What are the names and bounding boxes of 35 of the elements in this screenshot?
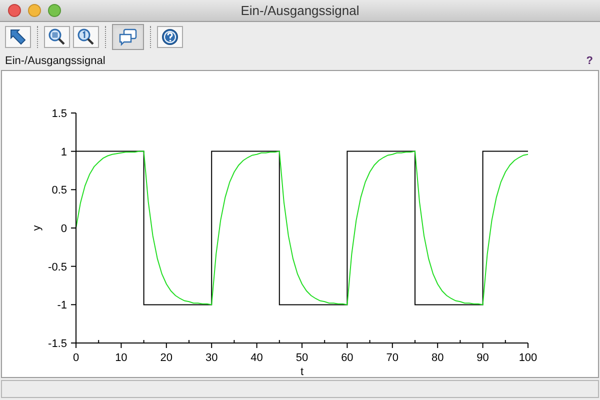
- tick-label: 0: [60, 223, 67, 235]
- axis-label: t: [300, 366, 304, 377]
- tick-label: 40: [250, 352, 263, 364]
- tick-label: 70: [386, 352, 399, 364]
- tick-label: 50: [296, 352, 308, 364]
- tick-label: 1: [60, 146, 67, 158]
- speech-bubbles-icon: [118, 28, 138, 46]
- tick-label: 90: [476, 352, 489, 364]
- toolbar-button[interactable]: [44, 26, 70, 48]
- figure-title: Ein-/Ausgangssignal: [5, 54, 106, 69]
- tick-label: -1.5: [48, 338, 67, 350]
- tick-label: -1: [57, 300, 67, 312]
- tick-label: 0.5: [52, 184, 67, 197]
- close-icon[interactable]: [8, 4, 21, 17]
- zoom-icon[interactable]: [48, 4, 61, 17]
- tick-label: 30: [205, 352, 218, 364]
- toolbar-button[interactable]: [73, 26, 99, 48]
- toolbar-button[interactable]: [112, 24, 144, 50]
- toolbar-button[interactable]: [157, 26, 183, 48]
- zoom-icon: [48, 28, 66, 46]
- window-title: Ein-/Ausgangssignal: [240, 2, 360, 20]
- tick-label: 80: [431, 352, 444, 364]
- tick-label: -0.5: [48, 261, 67, 274]
- arrow-icon: [9, 28, 27, 46]
- tick-label: 10: [115, 352, 128, 364]
- tick-label: 60: [341, 352, 354, 364]
- help-icon: [161, 28, 179, 46]
- zoom-icon: [77, 28, 95, 46]
- tick-label: 1.5: [52, 108, 67, 120]
- toolbar-button[interactable]: [5, 26, 31, 48]
- tick-label: 0: [72, 352, 80, 364]
- tick-label: 100: [518, 352, 538, 364]
- tick-label: 20: [160, 352, 173, 364]
- axis-label: y: [31, 225, 43, 231]
- help-link[interactable]: ?: [586, 52, 593, 70]
